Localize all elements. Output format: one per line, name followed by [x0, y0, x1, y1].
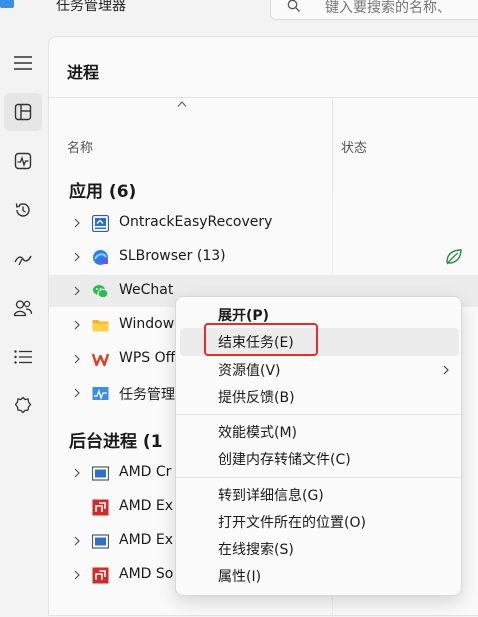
menu-item-label: 打开文件所在的位置(O) [218, 515, 366, 531]
wps-app-icon [92, 353, 109, 367]
performance-icon [14, 152, 32, 170]
details-icon [14, 350, 32, 364]
process-name: Window [119, 316, 175, 332]
process-name: WPS Off [119, 350, 176, 366]
nav-app-history[interactable] [4, 191, 42, 229]
process-name: AMD So [119, 566, 174, 582]
nav-performance[interactable] [4, 142, 42, 180]
search-box[interactable]: 键入要搜索的名称、 [270, 0, 478, 20]
amd-window-icon [92, 534, 109, 549]
folder-app-icon [92, 320, 109, 332]
menu-item-resource-values[interactable]: 资源值(V) [180, 356, 459, 384]
menu-item-properties[interactable]: 属性(I) [180, 562, 459, 590]
divider [49, 97, 478, 98]
chevron-right-icon[interactable] [73, 536, 81, 546]
chevron-right-icon[interactable] [73, 354, 81, 364]
chevron-right-icon[interactable] [73, 320, 81, 330]
chevron-right-icon[interactable] [73, 218, 81, 228]
context-menu: 展开(P) 结束任务(E) 资源值(V) 提供反馈(B) 效能模式(M) 创建内… [175, 296, 462, 596]
menu-divider [176, 477, 461, 478]
nav-users[interactable] [4, 289, 42, 327]
nav-details[interactable] [4, 338, 42, 376]
search-input[interactable]: 键入要搜索的名称、 [325, 0, 451, 17]
task-manager-logo-icon [0, 0, 14, 8]
process-name: AMD Cr [119, 464, 172, 480]
column-divider[interactable] [332, 97, 333, 193]
menu-item-go-to-details[interactable]: 转到详细信息(G) [180, 481, 459, 509]
menu-item-label: 属性(I) [218, 569, 262, 585]
group-title-background: 后台进程 (1 [69, 432, 163, 452]
search-icon [287, 0, 300, 12]
menu-item-expand[interactable]: 展开(P) [180, 301, 459, 329]
chevron-right-icon[interactable] [73, 388, 81, 398]
menu-item-end-task[interactable]: 结束任务(E) [180, 328, 459, 356]
menu-item-create-dump[interactable]: 创建内存转储文件(C) [180, 445, 459, 473]
amd-window-icon [92, 466, 109, 481]
ontrack-app-icon [92, 215, 109, 232]
column-header-status[interactable]: 状态 [341, 137, 367, 156]
amd-red-icon [92, 567, 109, 584]
chevron-right-icon[interactable] [73, 286, 81, 296]
menu-item-feedback[interactable]: 提供反馈(B) [180, 383, 459, 411]
app-title: 任务管理器 [56, 0, 126, 14]
process-name: WeChat [119, 282, 174, 298]
hamburger-menu-button[interactable] [4, 44, 42, 82]
menu-item-label: 效能模式(M) [218, 425, 298, 441]
menu-item-label: 资源值(V) [218, 363, 281, 379]
startup-apps-icon [14, 255, 32, 266]
slbrowser-app-icon [93, 250, 108, 265]
processes-icon [14, 103, 32, 121]
task-manager-app-icon [92, 387, 109, 401]
efficiency-leaf-icon [446, 249, 462, 265]
sort-ascending-icon[interactable] [177, 101, 187, 107]
nav-services[interactable] [4, 386, 42, 424]
process-row[interactable]: SLBrowser (13) [49, 241, 478, 273]
process-name: AMD Ex [119, 532, 174, 548]
amd-red-icon [92, 499, 109, 516]
menu-divider [176, 414, 461, 415]
menu-item-label: 展开(P) [218, 308, 270, 324]
users-icon [13, 300, 33, 317]
nav-startup-apps[interactable] [4, 240, 42, 278]
page-title: 进程 [67, 63, 100, 82]
column-header-name[interactable]: 名称 [67, 137, 93, 156]
nav-processes[interactable] [4, 93, 42, 131]
app-history-icon [15, 203, 30, 217]
menu-item-label: 转到详细信息(G) [218, 488, 324, 504]
process-name: SLBrowser (13) [119, 248, 226, 264]
chevron-right-icon [443, 365, 449, 375]
process-row[interactable]: OntrackEasyRecovery [49, 207, 478, 239]
menu-item-label: 在线搜索(S) [218, 542, 294, 558]
process-name: 任务管理 [119, 387, 175, 403]
process-name: AMD Ex [119, 498, 174, 514]
menu-item-label: 创建内存转储文件(C) [218, 452, 351, 468]
menu-item-efficiency-mode[interactable]: 效能模式(M) [180, 418, 459, 446]
chevron-right-icon[interactable] [73, 570, 81, 580]
menu-item-search-online[interactable]: 在线搜索(S) [180, 535, 459, 563]
chevron-right-icon[interactable] [73, 252, 81, 262]
menu-item-label: 提供反馈(B) [218, 390, 295, 406]
menu-item-label: 结束任务(E) [218, 335, 294, 351]
hamburger-menu-icon [14, 56, 32, 70]
process-name: OntrackEasyRecovery [119, 214, 273, 230]
chevron-right-icon[interactable] [73, 468, 81, 478]
group-title-apps: 应用 (6) [69, 182, 137, 202]
menu-item-open-file-location[interactable]: 打开文件所在的位置(O) [180, 508, 459, 536]
services-icon [14, 396, 32, 414]
wechat-app-icon [93, 285, 109, 299]
